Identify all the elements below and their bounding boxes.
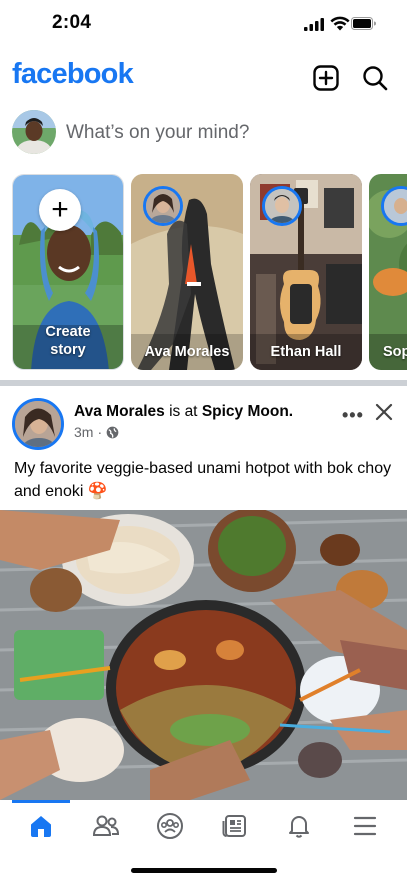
post-location[interactable]: Spicy Moon. [202, 403, 293, 420]
tab-notifications[interactable] [276, 806, 322, 846]
story-card-ava-morales[interactable]: Ava Morales [131, 174, 243, 370]
hotpot-photo [0, 510, 407, 800]
top-app-bar: facebook [0, 52, 407, 102]
groups-icon [157, 813, 183, 839]
story-card-ethan-hall[interactable]: Ethan Hall [250, 174, 362, 370]
post-more-options-button[interactable]: ••• [342, 405, 364, 426]
menu-icon [353, 816, 377, 836]
whats-on-your-mind-prompt[interactable]: What’s on your mind? [66, 122, 249, 144]
more-horizontal-icon: ••• [342, 405, 364, 425]
add-story-button[interactable]: + [39, 189, 81, 231]
bottom-tab-bar [0, 800, 407, 852]
facebook-logo[interactable]: facebook [12, 58, 134, 91]
post-time[interactable]: 3m [74, 424, 93, 440]
plus-icon: + [51, 193, 69, 226]
search-button[interactable] [357, 60, 393, 96]
home-icon [31, 816, 51, 837]
tab-home[interactable] [18, 806, 64, 846]
tab-news-feed[interactable] [212, 806, 258, 846]
story-avatar [262, 186, 302, 226]
cellular-signal-icon [304, 18, 324, 31]
post-photo[interactable] [0, 510, 407, 800]
story-author-name: Ethan Hall [270, 344, 342, 360]
feed-divider [0, 380, 407, 386]
search-icon [363, 66, 388, 91]
create-story-card[interactable]: + Create story [12, 174, 124, 370]
tab-friends[interactable] [83, 806, 129, 846]
home-indicator [131, 868, 277, 873]
plus-square-icon [313, 65, 339, 91]
news-feed-icon [222, 815, 246, 837]
status-bar: 2:04 [0, 0, 407, 48]
tab-groups[interactable] [147, 806, 193, 846]
post-author-avatar[interactable] [12, 398, 64, 450]
active-tab-indicator [12, 800, 70, 803]
create-post-button[interactable] [308, 60, 344, 96]
story-card-partial[interactable]: Sop [369, 174, 407, 370]
wifi-icon [330, 16, 350, 31]
post-author-line: Ava Morales is at Spicy Moon. [74, 403, 293, 421]
story-avatar [143, 186, 183, 226]
battery-icon [351, 17, 376, 30]
avatar[interactable] [12, 110, 56, 154]
create-story-label: Create story [45, 324, 91, 358]
tab-menu[interactable] [342, 806, 388, 846]
notifications-icon [289, 816, 309, 838]
post-composer[interactable]: What’s on your mind? [0, 104, 407, 162]
friends-icon [92, 815, 120, 836]
stories-carousel[interactable]: + Create story Ava Morales Ethan Hall So… [0, 172, 407, 372]
status-time: 2:04 [52, 12, 92, 33]
hide-post-button[interactable] [372, 400, 396, 424]
post-text: My favorite veggie-based unami hotpot wi… [14, 460, 392, 500]
post-connector: is at [169, 403, 198, 420]
post-author-name[interactable]: Ava Morales [74, 403, 165, 420]
close-icon [375, 403, 393, 421]
story-author-name: Sop [383, 344, 407, 360]
story-author-name: Ava Morales [144, 344, 230, 360]
globe-icon [106, 426, 119, 438]
post-header: Ava Morales is at Spicy Moon. 3m · ••• [0, 390, 407, 450]
post-meta: 3m · [74, 424, 119, 440]
